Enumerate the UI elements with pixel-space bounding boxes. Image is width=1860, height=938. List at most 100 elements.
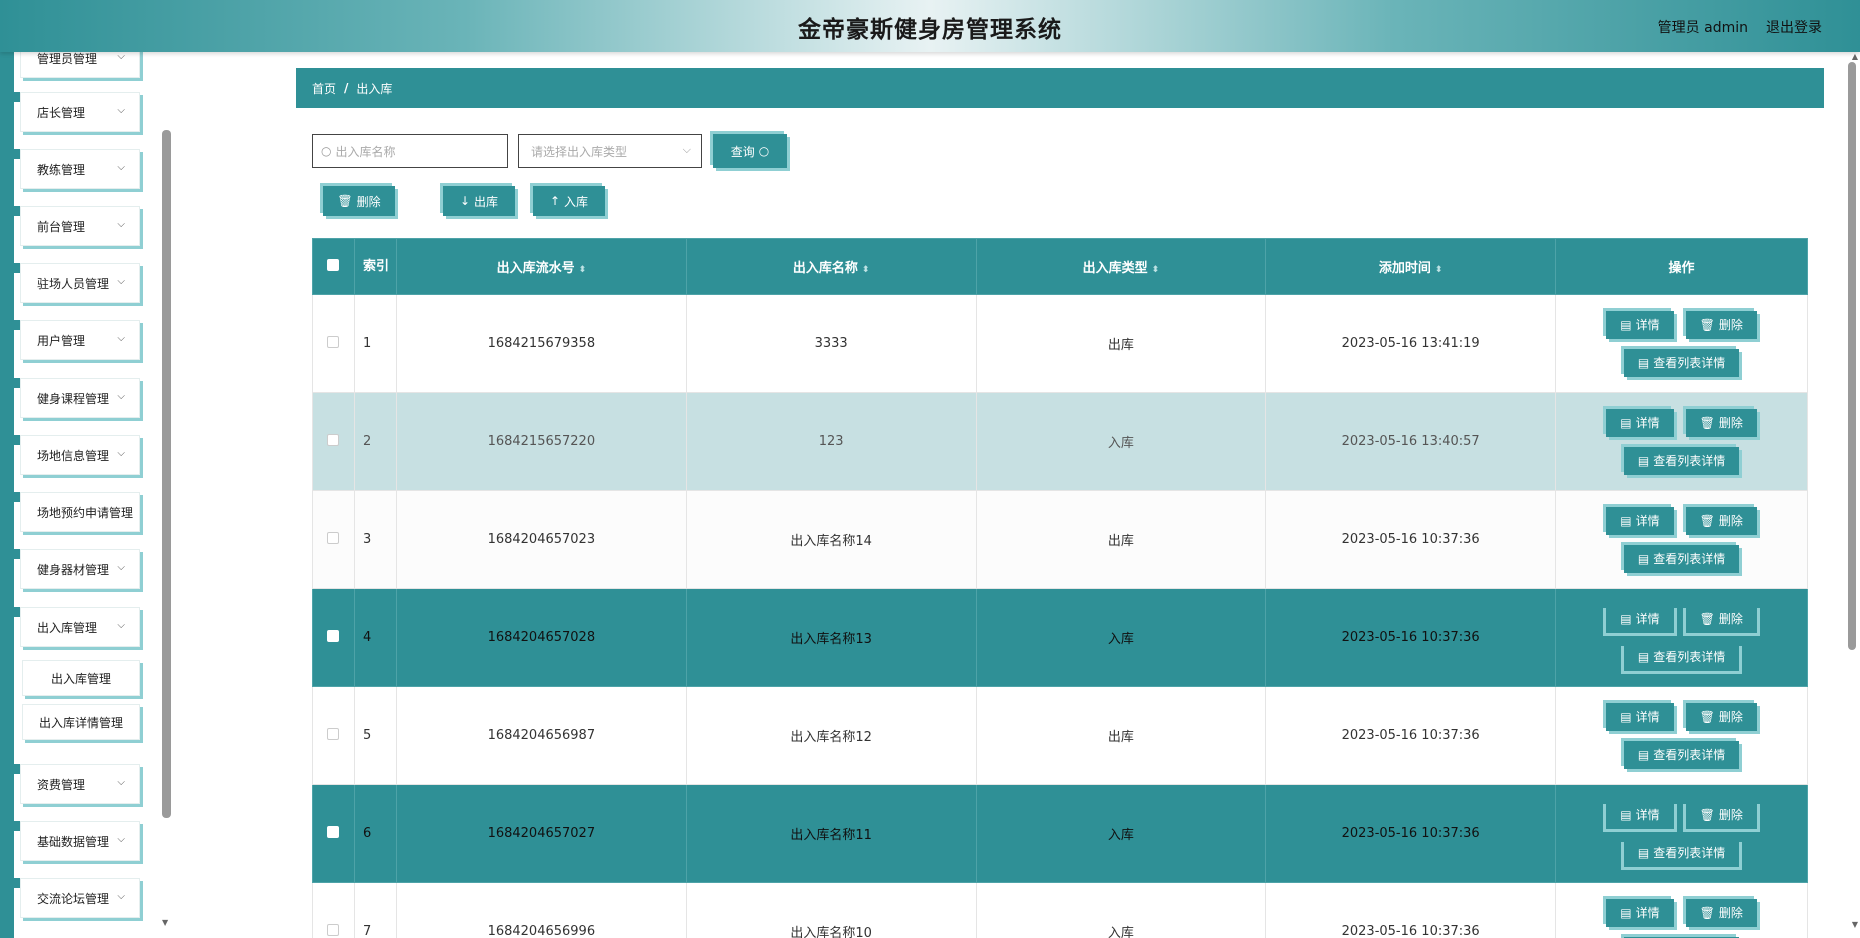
header-type[interactable]: 出入库类型 ⬍	[975, 238, 1267, 295]
sidebar-subitem-label: 出入库详情管理	[38, 715, 123, 730]
sidebar-item-users[interactable]: 用户管理 ⌵	[20, 320, 140, 360]
sidebar-item-basedata[interactable]: 基础数据管理 ⌵	[20, 821, 140, 861]
row-checkbox[interactable]	[327, 531, 340, 544]
detail-button[interactable]: ▤ 详情	[1606, 800, 1674, 829]
page-scrollbar[interactable]	[1848, 62, 1856, 650]
row-select-cell[interactable]	[312, 490, 355, 589]
delete-button[interactable]: 🗑 删除	[1685, 898, 1757, 927]
sidebar-subitem-inventory-detail[interactable]: 出入库详情管理	[22, 704, 140, 740]
sidebar-item-fees[interactable]: 资费管理 ⌵	[20, 764, 140, 804]
cell-time: 2023-05-16 13:41:19	[1265, 294, 1557, 393]
cell-serial: 1684204657028	[395, 588, 687, 687]
delete-button[interactable]: 🗑 删除	[1685, 800, 1757, 829]
header-name[interactable]: 出入库名称 ⬍	[685, 238, 977, 295]
select-all-header[interactable]	[312, 238, 355, 295]
sort-icon[interactable]: ⬍	[579, 265, 587, 275]
table-row[interactable]: 7 1684204656996 出入库名称10 入库 2023-05-16 10:37:…	[312, 882, 1808, 938]
row-select-cell[interactable]	[312, 588, 355, 687]
scroll-down-arrow-icon[interactable]: ▼	[162, 918, 168, 927]
sidebar-item-manager[interactable]: 店长管理 ⌵	[20, 92, 140, 132]
sidebar-item-resident[interactable]: 驻场人员管理 ⌵	[20, 263, 140, 303]
table-row[interactable]: 6 1684204657027 出入库名称11 入库 2023-05-16 10:37:…	[312, 784, 1808, 883]
cell-index: 3	[353, 490, 397, 589]
sidebar-item-label: 资费管理	[37, 777, 86, 792]
row-checkbox[interactable]	[327, 923, 340, 936]
table-row[interactable]: 4 1684204657028 出入库名称13 入库 2023-05-16 10:37:…	[312, 588, 1808, 687]
list-detail-button[interactable]: ▤查看列表详情	[1623, 544, 1740, 573]
detail-button[interactable]: ▤ 详情	[1606, 310, 1674, 339]
table-row[interactable]: 1 1684215679358 3333 出库 2023-05-16 13:41:19 ▤…	[312, 294, 1808, 393]
list-detail-button[interactable]: ▤查看列表详情	[1623, 642, 1740, 671]
sidebar-item-equipment[interactable]: 健身器材管理 ⌵	[20, 549, 140, 589]
cell-time: 2023-05-16 10:37:36	[1265, 686, 1557, 785]
row-checkbox[interactable]	[327, 727, 340, 740]
detail-button[interactable]: ▤ 详情	[1606, 408, 1674, 437]
query-label: 查询	[730, 144, 755, 159]
sidebar-item-courses[interactable]: 健身课程管理 ⌵	[20, 378, 140, 418]
table-row[interactable]: 2 1684215657220 123 入库 2023-05-16 13:40:57 ▤ 详…	[312, 392, 1808, 491]
sidebar-item-admin[interactable]: 管理员管理 ⌵	[20, 52, 140, 78]
delete-button[interactable]: 🗑 删除	[1685, 310, 1757, 339]
table-row[interactable]: 3 1684204657023 出入库名称14 出库 2023-05-16 10:37:…	[312, 490, 1808, 589]
cell-index: 6	[353, 784, 397, 883]
cell-name: 出入库名称14	[685, 490, 977, 589]
delete-button[interactable]: 🗑 删除	[1685, 506, 1757, 535]
query-button[interactable]: 查询 ○	[713, 134, 787, 168]
document-icon: ▤	[1637, 551, 1650, 566]
sidebar-item-coach[interactable]: 教练管理 ⌵	[20, 149, 140, 189]
table-header-row: 索引 出入库流水号 ⬍ 出入库名称 ⬍ 出入库类型 ⬍ 添加时间 ⬍ 操作	[312, 238, 1808, 295]
cell-ops: ▤详情 🗑删除 ▤查看列表详情	[1555, 588, 1808, 687]
breadcrumb-home[interactable]: 首页	[312, 80, 336, 97]
list-detail-button[interactable]: ▤查看列表详情	[1623, 740, 1740, 769]
chevron-down-icon: ⌵	[117, 105, 125, 116]
row-checkbox[interactable]	[327, 825, 340, 838]
sort-icon[interactable]: ⬍	[1435, 265, 1443, 275]
detail-button[interactable]: ▤ 详情	[1606, 702, 1674, 731]
cell-time: 2023-05-16 10:37:36	[1265, 588, 1557, 687]
sidebar-item-frontdesk[interactable]: 前台管理 ⌵	[20, 206, 140, 246]
list-detail-button[interactable]: ▤查看列表详情	[1623, 446, 1740, 475]
scroll-down-arrow-icon[interactable]: ▼	[1852, 920, 1858, 929]
row-select-cell[interactable]	[312, 882, 355, 938]
sort-icon[interactable]: ⬍	[1152, 265, 1160, 275]
cell-type: 出库	[975, 294, 1267, 393]
list-detail-button[interactable]: ▤查看列表详情	[1623, 348, 1740, 377]
row-select-cell[interactable]	[312, 686, 355, 785]
stock-out-button[interactable]: ↓ 出库	[443, 186, 515, 216]
sidebar-item-inventory[interactable]: 出入库管理 ⌵	[20, 607, 140, 647]
sidebar-subitem-inventory[interactable]: 出入库管理	[22, 660, 140, 696]
sidebar-item-venues[interactable]: 场地信息管理 ⌵	[20, 435, 140, 475]
detail-button[interactable]: ▤ 详情	[1606, 898, 1674, 927]
table-row[interactable]: 5 1684204656987 出入库名称12 出库 2023-05-16 10:37:…	[312, 686, 1808, 785]
row-checkbox[interactable]	[327, 335, 340, 348]
type-select[interactable]: 请选择出入库类型 ⌵	[518, 134, 702, 168]
row-checkbox[interactable]	[327, 629, 340, 642]
header-time[interactable]: 添加时间 ⬍	[1265, 238, 1557, 295]
header-time-label: 添加时间	[1378, 261, 1431, 276]
logout-link[interactable]: 退出登录	[1766, 17, 1822, 37]
scroll-up-arrow-icon[interactable]: ▲	[1852, 52, 1858, 61]
select-all-checkbox[interactable]	[327, 258, 340, 271]
sort-icon[interactable]: ⬍	[862, 265, 870, 275]
chevron-down-icon: ⌵	[117, 777, 125, 788]
sidebar: 管理员管理 ⌵ 店长管理 ⌵ 教练管理 ⌵ 前台管理 ⌵ 驻场人员管理 ⌵ 用户管理 ⌵ 健…	[0, 52, 160, 938]
detail-button[interactable]: ▤ 详情	[1606, 506, 1674, 535]
list-detail-button[interactable]: ▤查看列表详情	[1623, 838, 1740, 867]
search-icon: ○	[758, 144, 770, 158]
sidebar-item-forum[interactable]: 交流论坛管理 ⌵	[20, 878, 140, 918]
in-label: 入库	[564, 194, 589, 209]
row-select-cell[interactable]	[312, 784, 355, 883]
delete-button[interactable]: 🗑 删除	[1685, 604, 1757, 633]
sidebar-scrollbar[interactable]	[162, 130, 171, 818]
delete-button[interactable]: 🗑 删除	[1685, 408, 1757, 437]
row-select-cell[interactable]	[312, 294, 355, 393]
row-checkbox[interactable]	[327, 433, 340, 446]
row-select-cell[interactable]	[312, 392, 355, 491]
delete-button[interactable]: 🗑 删除	[1685, 702, 1757, 731]
header-serial[interactable]: 出入库流水号 ⬍	[395, 238, 687, 295]
detail-button[interactable]: ▤ 详情	[1606, 604, 1674, 633]
sidebar-item-reservations[interactable]: 场地预约申请管理	[20, 492, 140, 532]
stock-in-button[interactable]: ↑ 入库	[533, 186, 605, 216]
batch-delete-button[interactable]: 🗑 删除	[323, 186, 395, 216]
name-search-input[interactable]: ○ 出入库名称	[312, 134, 508, 168]
